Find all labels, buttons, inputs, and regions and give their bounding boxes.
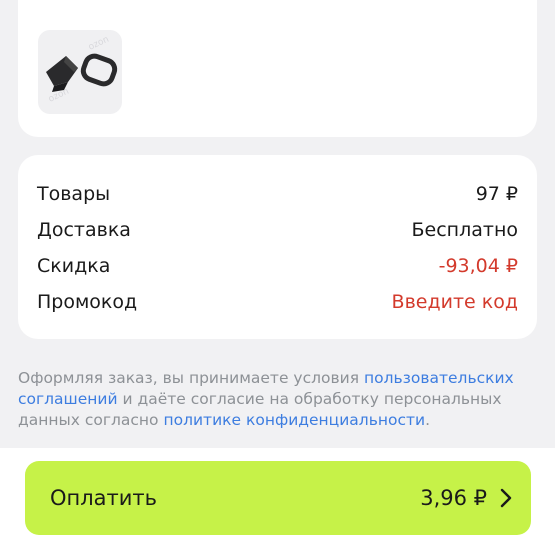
- summary-row-delivery: Доставка Бесплатно: [37, 215, 518, 245]
- summary-label: Скидка: [37, 255, 111, 277]
- pay-button-label: Оплатить: [50, 486, 158, 510]
- enter-promocode-link[interactable]: Введите код: [392, 291, 518, 313]
- product-card: ozon ozon: [18, 0, 537, 137]
- summary-value: Бесплатно: [411, 219, 519, 241]
- terms-text: Оформляя заказ, вы принимаете условия: [18, 369, 364, 387]
- product-thumbnail[interactable]: ozon ozon: [38, 30, 122, 114]
- summary-value: -93,04 ₽: [438, 255, 518, 277]
- summary-row-discount: Скидка -93,04 ₽: [37, 251, 518, 281]
- bottom-bar: Оплатить 3,96 ₽: [0, 448, 555, 545]
- terms-notice: Оформляя заказ, вы принимаете условия по…: [18, 368, 538, 431]
- order-summary: Товары 97 ₽ Доставка Бесплатно Скидка -9…: [18, 155, 537, 339]
- terms-text: .: [425, 411, 431, 429]
- summary-label: Товары: [37, 183, 111, 205]
- svg-text:ozon: ozon: [87, 35, 111, 53]
- summary-row-promocode[interactable]: Промокод Введите код: [37, 287, 518, 317]
- chevron-right-icon: [500, 488, 512, 508]
- gasket-product-icon: ozon ozon: [46, 35, 118, 105]
- pay-button-amount: 3,96 ₽: [420, 486, 487, 510]
- summary-label: Доставка: [37, 219, 131, 241]
- summary-row-goods: Товары 97 ₽: [37, 179, 518, 209]
- privacy-policy-link[interactable]: политике конфиденциальности: [163, 411, 425, 429]
- summary-label: Промокод: [37, 291, 138, 313]
- summary-value: 97 ₽: [475, 183, 518, 205]
- pay-button[interactable]: Оплатить 3,96 ₽: [25, 461, 531, 535]
